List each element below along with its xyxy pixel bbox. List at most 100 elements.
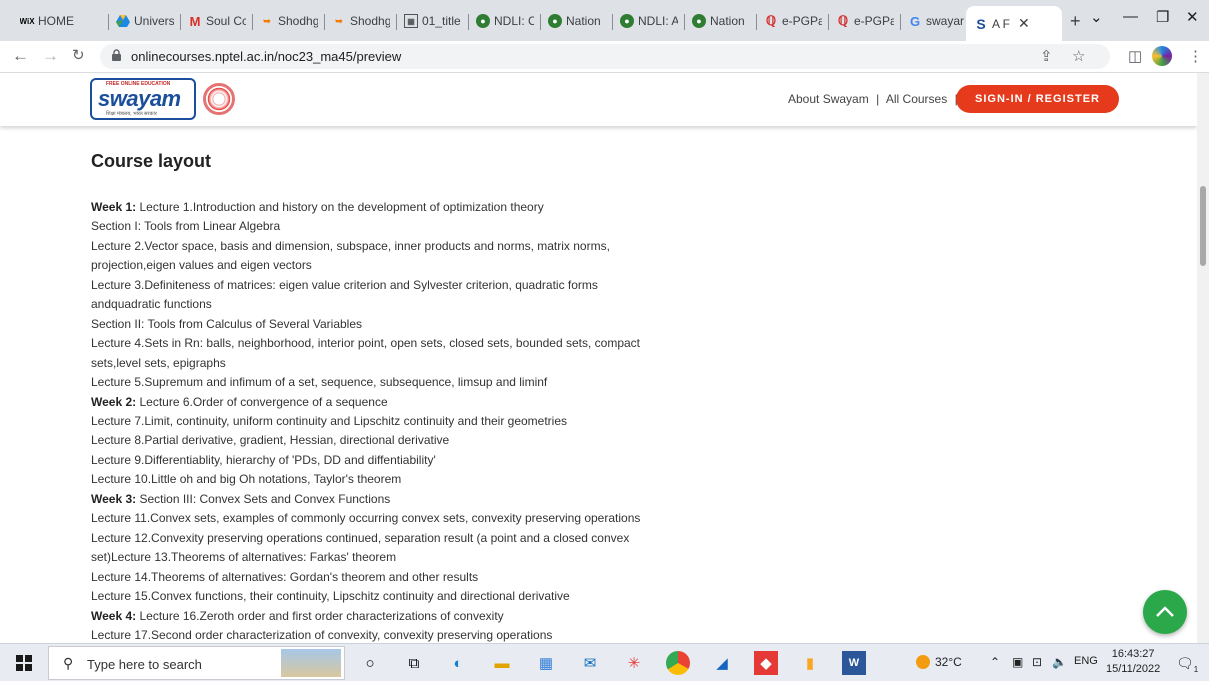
menu-kebab-icon[interactable]: ⋮: [1188, 47, 1203, 65]
lecture-text: sets,level sets, epigraphs: [91, 355, 226, 370]
browser-tab-strip: WiX HOME Univers M Soul Cc ➥ Shodhg ➥ Shodhg…: [0, 0, 1209, 41]
sticky-notes-icon[interactable]: ▮: [798, 651, 822, 675]
forward-arrow-icon[interactable]: →: [42, 46, 59, 66]
chrome-icon[interactable]: [666, 651, 690, 675]
tab-active-swayam[interactable]: SA F ✕: [966, 6, 1062, 41]
task-view-icon[interactable]: ⧉: [402, 651, 426, 675]
lecture-text: Lecture 16.Zeroth order and first order …: [136, 608, 504, 623]
sun-icon: [916, 655, 930, 669]
lecture-text: Lecture 7.Limit, continuity, uniform con…: [91, 413, 568, 428]
bookmark-star-icon[interactable]: ☆: [1072, 47, 1085, 65]
tab-separator: [180, 14, 181, 30]
tab-national-2[interactable]: ● Nation: [692, 8, 750, 34]
scroll-to-top-button[interactable]: [1143, 590, 1187, 634]
lecture-text: andquadratic functions: [91, 297, 212, 312]
app-spark-icon[interactable]: ✳: [622, 651, 646, 675]
lecture-text: Section III: Convex Sets and Convex Func…: [136, 491, 391, 506]
google-icon: G: [909, 13, 921, 29]
tab-ndli-2[interactable]: ● NDLI: A: [620, 8, 678, 34]
store-icon[interactable]: ▦: [534, 651, 558, 675]
course-layout-line: Week 2: Lecture 6.Order of convergence o…: [91, 393, 671, 412]
tab-university[interactable]: Univers: [116, 8, 174, 34]
tab-epg-1[interactable]: ℚe-PGPa: [764, 8, 822, 34]
language-indicator[interactable]: ENG: [1074, 655, 1098, 667]
course-layout-line: Lecture 10.Little oh and big Oh notation…: [91, 470, 671, 489]
document-icon: ▦: [404, 14, 418, 28]
tab-separator: [756, 14, 757, 30]
lecture-text: Lecture 12.Convexity preserving operatio…: [91, 530, 630, 545]
shodhganga-icon: ➥: [335, 15, 343, 26]
week-label: Week 3:: [91, 491, 137, 506]
file-explorer-icon[interactable]: ▬: [490, 651, 514, 675]
tab-shodhganga-1[interactable]: ➥ Shodhg: [260, 8, 318, 34]
anydesk-icon[interactable]: ◆: [754, 651, 778, 675]
reload-icon[interactable]: ↻: [72, 46, 85, 64]
volume-icon[interactable]: 🔈: [1052, 655, 1067, 669]
windows-start-button[interactable]: [0, 644, 48, 682]
lecture-text: Lecture 8.Partial derivative, gradient, …: [91, 433, 450, 448]
lock-icon: [112, 49, 121, 61]
close-tab-icon[interactable]: ✕: [1018, 15, 1030, 32]
profile-avatar[interactable]: [1152, 46, 1172, 66]
course-layout-line: Lecture 2.Vector space, basis and dimens…: [91, 237, 671, 256]
tab-separator: [900, 14, 901, 30]
aicte-emblem-icon: [203, 83, 235, 115]
course-layout-line: sets,level sets, epigraphs: [91, 354, 671, 373]
epg-icon: ℚ: [837, 13, 849, 28]
course-layout-line: Lecture 4.Sets in Rn: balls, neighborhoo…: [91, 334, 671, 353]
tab-google-swayam[interactable]: Gswayar: [908, 8, 964, 34]
tab-separator: [396, 14, 397, 30]
about-swayam-link[interactable]: About Swayam: [788, 92, 869, 106]
site-header: FREE ONLINE EDUCATION swayam शिक्षा मंत्…: [0, 73, 1197, 126]
lecture-text: projection,eigen values and eigen vector…: [91, 258, 312, 273]
scrollbar-thumb[interactable]: [1200, 186, 1206, 266]
course-layout-line: set)Lecture 13.Theorems of alternatives:…: [91, 548, 671, 567]
tray-app-icon[interactable]: ▣: [1012, 655, 1023, 669]
share-icon[interactable]: ⇪: [1040, 47, 1053, 65]
course-layout-line: Lecture 5.Supremum and infimum of a set,…: [91, 373, 671, 392]
tab-ndli-1[interactable]: ● NDLI: C: [476, 8, 534, 34]
tab-home[interactable]: WiX HOME: [20, 8, 102, 34]
page-scrollbar[interactable]: [1197, 73, 1209, 643]
taskbar-search-box[interactable]: ⚲ Type here to search: [48, 646, 345, 680]
tab-shodhganga-2[interactable]: ➥ Shodhg: [332, 8, 390, 34]
tab-separator: [108, 14, 109, 30]
notes-icon[interactable]: ◢: [710, 651, 734, 675]
week-label: Week 4:: [91, 608, 137, 623]
tab-01-title[interactable]: ▦ 01_title: [404, 8, 462, 34]
ndli-icon: ●: [620, 14, 634, 28]
notification-center-icon[interactable]: 🗨1: [1176, 655, 1198, 674]
header-links: About Swayam | All Courses |: [788, 92, 962, 106]
all-courses-link[interactable]: All Courses: [886, 92, 947, 106]
epg-icon: ℚ: [765, 13, 777, 28]
network-icon[interactable]: ⊡: [1032, 655, 1042, 669]
minimize-icon[interactable]: —: [1123, 8, 1138, 25]
weather-widget[interactable]: 32°C: [916, 655, 962, 669]
sign-in-register-button[interactable]: SIGN-IN / REGISTER: [956, 85, 1119, 113]
tab-epg-2[interactable]: ℚe-PGPa: [836, 8, 894, 34]
lecture-text: Lecture 1.Introduction and history on th…: [136, 200, 544, 214]
cortana-icon[interactable]: ○: [358, 651, 382, 675]
course-layout-line: Lecture 17.Second order characterization…: [91, 626, 671, 643]
tab-search-icon[interactable]: ⌄: [1090, 8, 1103, 26]
wix-icon: WiX: [20, 16, 35, 26]
course-layout-line: Lecture 12.Convexity preserving operatio…: [91, 529, 671, 548]
ndli-icon: ●: [476, 14, 490, 28]
close-window-icon[interactable]: ✕: [1186, 8, 1199, 26]
word-icon[interactable]: W: [842, 651, 866, 675]
edge-icon[interactable]: ◐: [446, 651, 470, 675]
course-layout-line: Section I: Tools from Linear Algebra: [91, 217, 671, 236]
lecture-text: Section II: Tools from Calculus of Sever…: [91, 316, 363, 331]
back-arrow-icon[interactable]: ←: [12, 46, 29, 66]
tab-soul[interactable]: M Soul Cc: [188, 8, 246, 34]
tab-national-1[interactable]: ● Nation: [548, 8, 606, 34]
mail-icon[interactable]: ✉: [578, 651, 602, 675]
tab-separator: [540, 14, 541, 30]
swayam-logo[interactable]: FREE ONLINE EDUCATION swayam शिक्षा मंत्…: [90, 78, 196, 120]
swayam-s-icon: S: [976, 15, 986, 32]
show-hidden-icons[interactable]: ⌃: [990, 655, 1000, 669]
address-bar[interactable]: onlinecourses.nptel.ac.in/noc23_ma45/pre…: [100, 44, 1110, 69]
side-panel-icon[interactable]: ◫: [1128, 47, 1142, 65]
taskbar-clock[interactable]: 16:43:27 15/11/2022: [1106, 647, 1160, 677]
restore-icon[interactable]: ❐: [1156, 8, 1169, 26]
